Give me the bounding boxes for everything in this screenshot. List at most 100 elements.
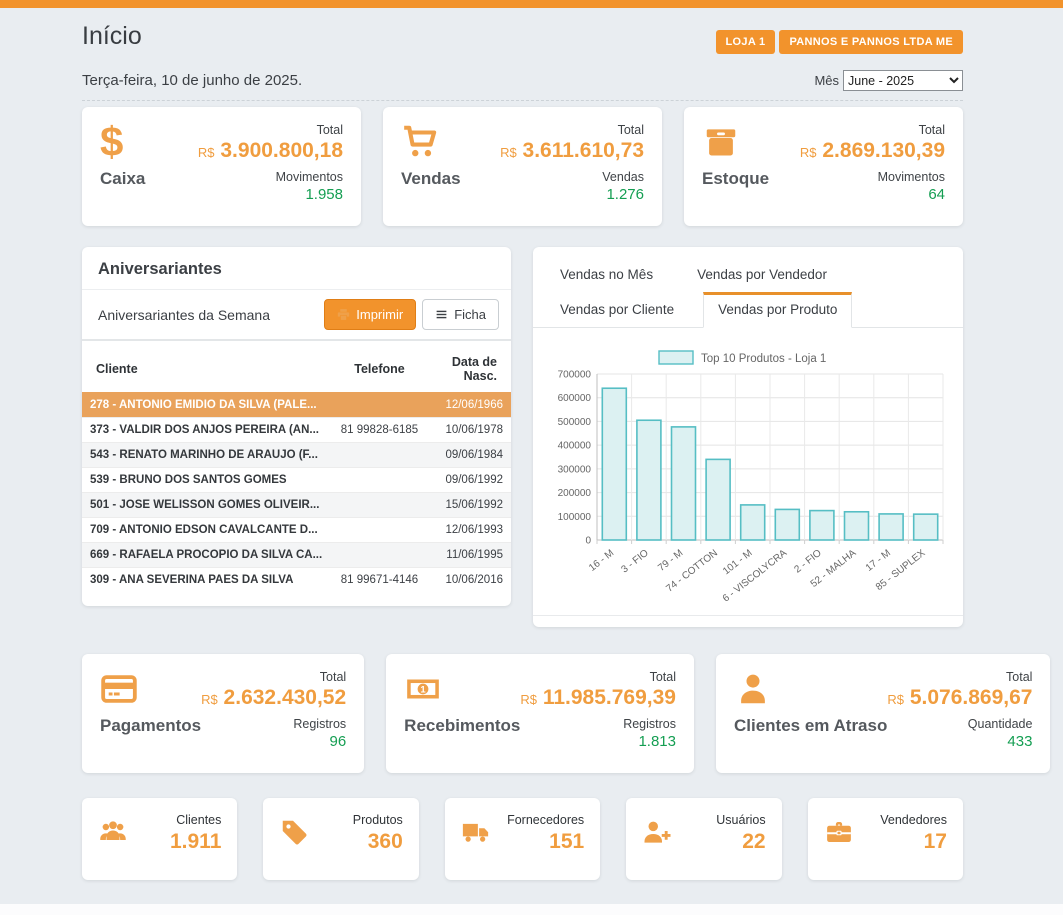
print-button[interactable]: Imprimir xyxy=(324,299,416,330)
svg-text:500000: 500000 xyxy=(558,417,592,428)
company-button[interactable]: PANNOS E PANNOS LTDA ME xyxy=(779,30,963,54)
ficha-button-label: Ficha xyxy=(454,307,486,322)
stat-count-label: Vendas xyxy=(500,170,644,184)
banknote-icon: 1 xyxy=(404,670,520,708)
birthday-row[interactable]: 709 - ANTONIO EDSON CAVALCANTE D...12/06… xyxy=(82,518,511,543)
stat-card-vendas: Vendas Total R$ 3.611.610,73 Vendas 1.276 xyxy=(383,107,662,226)
top-accent-bar xyxy=(0,0,1063,8)
svg-text:Top 10 Produtos - Loja 1: Top 10 Produtos - Loja 1 xyxy=(701,353,826,365)
stat-card-name: Pagamentos xyxy=(100,716,201,736)
svg-text:79 - M: 79 - M xyxy=(656,548,685,574)
store-button[interactable]: LOJA 1 xyxy=(716,30,776,54)
month-select[interactable]: June - 2025 xyxy=(843,70,963,91)
stat-count-label: Movimentos xyxy=(198,170,343,184)
stat-card-name: Vendas xyxy=(401,169,461,189)
ficha-button[interactable]: Ficha xyxy=(422,299,499,330)
birthday-row[interactable]: 501 - JOSE WELISSON GOMES OLIVEIR... 15/0… xyxy=(82,493,511,518)
credit-card-icon xyxy=(100,670,201,708)
birthday-client: 309 - ANA SEVERINA PAES DA SILVA xyxy=(82,568,328,593)
sales-tab-bar: Vendas no Mês Vendas por VendedorVendas p… xyxy=(533,247,963,328)
birthday-phone xyxy=(328,493,431,518)
header-badges: LOJA 1 PANNOS E PANNOS LTDA ME xyxy=(716,30,963,54)
box-icon xyxy=(702,123,769,161)
birthday-client: 501 - JOSE WELISSON GOMES OLIVEIR... xyxy=(82,493,328,518)
top-products-bar-chart: Top 10 Produtos - Loja 10100000200000300… xyxy=(541,348,949,602)
birthday-client: 278 - ANTONIO EMIDIO DA SILVA (PALE... xyxy=(82,393,328,418)
page-title: Início xyxy=(82,22,142,51)
people-icon xyxy=(98,813,128,847)
counter-label: Produtos xyxy=(353,813,403,827)
stat-card-clientes-em-atraso: Clientes em AtrasoTotalR$ 5.076.869,67Qu… xyxy=(716,654,1050,773)
birthday-date: 10/06/1978 xyxy=(431,418,511,443)
cart-icon xyxy=(401,123,461,161)
stat-card-recebimentos: 1RecebimentosTotalR$ 11.985.769,39Regist… xyxy=(386,654,694,773)
top-stat-cards: $CaixaTotalR$ 3.900.800,18Movimentos1.95… xyxy=(82,107,963,226)
counter-card-clientes: Clientes1.911 xyxy=(82,798,237,880)
col-data-nasc: Data de Nasc. xyxy=(431,345,511,393)
stat-total-value: R$ 3.611.610,73 xyxy=(500,139,644,163)
counter-value: 17 xyxy=(880,830,947,854)
birthday-row[interactable]: 669 - RAFAELA PROCOPIO DA SILVA CA...11/… xyxy=(82,543,511,568)
birthday-client: 669 - RAFAELA PROCOPIO DA SILVA CA... xyxy=(82,543,328,568)
svg-text:2 - FIO: 2 - FIO xyxy=(792,548,823,576)
birthday-date: 09/06/1984 xyxy=(431,443,511,468)
stat-count-value: 433 xyxy=(887,733,1032,750)
tab-vendas-por-produto[interactable]: Vendas por Produto xyxy=(703,292,852,328)
stat-total-value: R$ 2.869.130,39 xyxy=(800,139,945,163)
stat-count-label: Registros xyxy=(201,717,346,731)
birthday-row[interactable]: 373 - VALDIR DOS ANJOS PEREIRA (AN...81 … xyxy=(82,418,511,443)
tab-vendas-por-vendedor[interactable]: Vendas por Vendedor xyxy=(682,257,842,293)
birthday-row[interactable]: 539 - BRUNO DOS SANTOS GOMES09/06/1992 xyxy=(82,468,511,493)
stat-total-value: R$ 2.632.430,52 xyxy=(201,686,346,710)
page-date: Terça-feira, 10 de junho de 2025. xyxy=(82,72,302,89)
stat-count-value: 96 xyxy=(201,733,346,750)
counter-value: 151 xyxy=(507,830,584,854)
svg-text:1: 1 xyxy=(421,684,427,695)
tab-vendas-no-mes[interactable]: Vendas no Mês xyxy=(545,257,668,293)
header-divider xyxy=(82,100,963,101)
stat-total-value: R$ 11.985.769,39 xyxy=(520,686,676,710)
counter-value: 22 xyxy=(716,830,765,854)
counter-label: Clientes xyxy=(170,813,221,827)
stat-card-estoque: EstoqueTotalR$ 2.869.130,39Movimentos64 xyxy=(684,107,963,226)
stat-total-value: R$ 3.900.800,18 xyxy=(198,139,343,163)
birthday-client: 373 - VALDIR DOS ANJOS PEREIRA (AN... xyxy=(82,418,328,443)
svg-text:200000: 200000 xyxy=(558,488,592,499)
svg-text:3 - FIO: 3 - FIO xyxy=(619,548,650,576)
birthday-client: 543 - RENATO MARINHO DE ARAUJO (F... xyxy=(82,443,328,468)
counter-label: Usuários xyxy=(716,813,765,827)
mid-stat-cards: Pagamentos Total R$ 2.632.430,52 Registros 9… xyxy=(82,654,963,773)
svg-text:17 - M: 17 - M xyxy=(864,548,893,574)
stat-count-value: 1.813 xyxy=(520,733,676,750)
birthday-date: 15/06/1992 xyxy=(431,493,511,518)
stat-count-value: 1.958 xyxy=(198,186,343,203)
birthday-date: 10/06/2016 xyxy=(431,568,511,593)
footer-strip xyxy=(0,904,1063,915)
counter-card-vendedores: Vendedores17 xyxy=(808,798,963,880)
stat-count-value: 1.276 xyxy=(500,186,644,203)
birthday-row[interactable]: 543 - RENATO MARINHO DE ARAUJO (F... 09/0… xyxy=(82,443,511,468)
stat-total-value: R$ 5.076.869,67 xyxy=(887,686,1032,710)
user-plus-icon xyxy=(642,813,672,847)
birthday-date: 12/06/1993 xyxy=(431,518,511,543)
birthdays-title: Aniversariantes xyxy=(82,247,511,290)
stat-card-caixa: $CaixaTotalR$ 3.900.800,18Movimentos1.95… xyxy=(82,107,361,226)
stat-total-label: Total xyxy=(198,123,343,137)
tag-icon xyxy=(279,813,309,847)
stat-total-label: Total xyxy=(500,123,644,137)
stat-count-value: 64 xyxy=(800,186,945,203)
birthday-phone xyxy=(328,443,431,468)
birthdays-subtitle: Aniversariantes da Semana xyxy=(98,307,270,323)
birthday-row[interactable]: 278 - ANTONIO EMIDIO DA SILVA (PALE...12… xyxy=(82,393,511,418)
stat-total-label: Total xyxy=(201,670,346,684)
birthday-row[interactable]: 309 - ANA SEVERINA PAES DA SILVA81 99671… xyxy=(82,568,511,593)
tab-vendas-por-cliente[interactable]: Vendas por Cliente xyxy=(545,292,689,328)
stat-card-name: Estoque xyxy=(702,169,769,189)
print-button-label: Imprimir xyxy=(356,307,403,322)
counter-value: 360 xyxy=(353,830,403,854)
svg-text:6 - VISCOLYCRA: 6 - VISCOLYCRA xyxy=(721,547,790,602)
svg-text:700000: 700000 xyxy=(558,370,592,381)
counter-cards: Clientes1.911Produtos360Fornecedores151U… xyxy=(82,798,963,880)
svg-text:16 - M: 16 - M xyxy=(587,548,616,574)
stat-count-label: Movimentos xyxy=(800,170,945,184)
